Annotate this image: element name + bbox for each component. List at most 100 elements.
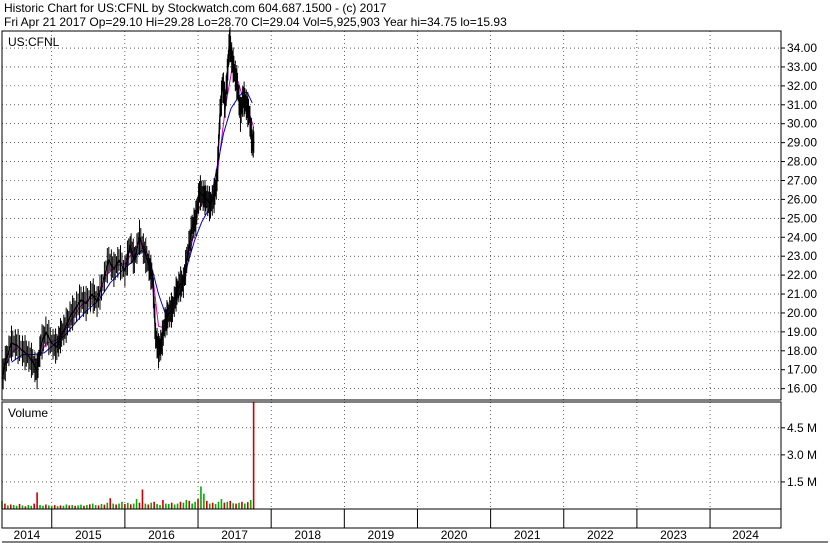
- volume-bar: [124, 503, 126, 509]
- volume-bar: [21, 505, 24, 509]
- price-tick-label: 34.00: [787, 41, 817, 55]
- volume-label: Volume: [8, 406, 48, 420]
- price-tick-label: 33.00: [787, 60, 817, 74]
- price-tick-label: 25.00: [787, 211, 817, 225]
- volume-bar: [223, 502, 226, 509]
- price-tick-label: 27.00: [787, 173, 817, 187]
- volume-bar: [12, 505, 15, 509]
- volume-bar: [150, 502, 153, 509]
- price-tick-label: 17.00: [787, 363, 817, 377]
- price-panel-border: [1, 30, 782, 401]
- volume-bar: [252, 402, 255, 509]
- volume-bar: [103, 504, 106, 509]
- volume-bar: [94, 505, 97, 509]
- volume-bar: [176, 503, 179, 509]
- price-tick-label: 29.00: [787, 136, 817, 150]
- price-axis: 34.00 33.00 32.00 31.00 30.00 29.00 28.00 27.00…: [781, 41, 817, 396]
- price-tick-label: 23.00: [787, 249, 817, 263]
- price-series: [1, 27, 255, 390]
- volume-bar: [244, 503, 246, 509]
- volume-bar: [138, 502, 141, 509]
- volume-bar: [206, 500, 208, 509]
- volume-bar: [53, 505, 56, 509]
- volume-bar: [203, 493, 205, 509]
- volume-bar: [97, 505, 100, 509]
- volume-bar: [217, 501, 220, 509]
- volume-bar: [162, 499, 164, 509]
- volume-bar: [235, 503, 237, 509]
- volume-bar: [232, 503, 234, 509]
- volume-bar: [59, 505, 62, 509]
- volume-bar: [220, 499, 223, 509]
- price-tick-label: 21.00: [787, 287, 817, 301]
- volume-panel-border: [1, 401, 782, 510]
- volume-bar: [80, 504, 82, 509]
- volume-bar: [229, 500, 232, 509]
- volume-bar: [4, 503, 6, 509]
- volume-bar: [132, 503, 135, 509]
- volume-bar: [182, 502, 185, 509]
- volume-bar: [173, 504, 176, 509]
- price-tick-label: 19.00: [787, 325, 817, 339]
- volume-bar: [121, 501, 123, 509]
- year-label: 2015: [75, 528, 102, 542]
- volume-bar: [165, 503, 167, 509]
- volume-bar: [238, 502, 240, 509]
- volume-bar: [48, 505, 50, 509]
- volume-bar: [226, 501, 229, 509]
- year-label: 2016: [148, 528, 175, 542]
- short-moving-average-line: [5, 70, 255, 365]
- ticker-label: US:CFNL: [8, 35, 60, 49]
- price-tick-label: 20.00: [787, 306, 817, 320]
- year-label: 2024: [732, 528, 759, 542]
- volume-bar: [115, 504, 117, 509]
- time-axis-border: [1, 508, 782, 529]
- volume-bar: [156, 503, 158, 509]
- volume-bar: [118, 503, 120, 509]
- volume-bar: [7, 505, 9, 509]
- volume-bar: [211, 502, 214, 509]
- volume-bar: [86, 505, 88, 509]
- price-tick-label: 24.00: [787, 230, 817, 244]
- price-tick-label: 26.00: [787, 192, 817, 206]
- volume-bar: [141, 489, 144, 509]
- volume-bar: [167, 503, 170, 509]
- volume-bar: [36, 492, 38, 509]
- volume-tick-label: 3.0 M: [787, 448, 817, 462]
- volume-bar: [170, 502, 173, 509]
- volume-bar: [153, 501, 155, 509]
- long-moving-average-line: [11, 91, 253, 363]
- volume-bar: [246, 502, 249, 509]
- volume-bar: [249, 499, 252, 509]
- volume-bar: [65, 504, 68, 509]
- volume-bar: [185, 499, 188, 509]
- volume-bar: [33, 503, 35, 509]
- price-tick-label: 22.00: [787, 268, 817, 282]
- year-label: 2019: [368, 528, 395, 542]
- year-label: 2022: [587, 528, 614, 542]
- price-line: [1, 39, 255, 380]
- volume-bar: [127, 502, 129, 509]
- volume-bar: [18, 503, 21, 509]
- price-tick-label: 31.00: [787, 98, 817, 112]
- year-label: 2017: [221, 528, 248, 542]
- volume-tick-label: 4.5 M: [787, 421, 817, 435]
- volume-bar: [77, 505, 79, 509]
- year-label: 2020: [441, 528, 468, 542]
- stock-chart: 34.00 33.00 32.00 31.00 30.00 29.00 28.00 27.00…: [1, 27, 828, 543]
- price-tick-label: 18.00: [787, 344, 817, 358]
- volume-bar: [200, 486, 202, 509]
- volume-bar: [197, 499, 199, 509]
- volume-bar: [179, 501, 182, 509]
- price-tick-label: 16.00: [787, 382, 817, 396]
- volume-bar: [159, 505, 161, 509]
- price-tick-label: 32.00: [787, 79, 817, 93]
- volume-bar: [100, 503, 103, 509]
- volume-bar: [71, 505, 74, 509]
- volume-bar: [39, 505, 41, 509]
- volume-bar: [129, 504, 132, 509]
- volume-axis: 4.5 M 3.0 M 1.5 M: [781, 421, 817, 489]
- volume-tick-label: 1.5 M: [787, 475, 817, 489]
- year-label: 2014: [14, 528, 41, 542]
- volume-bar: [112, 503, 114, 509]
